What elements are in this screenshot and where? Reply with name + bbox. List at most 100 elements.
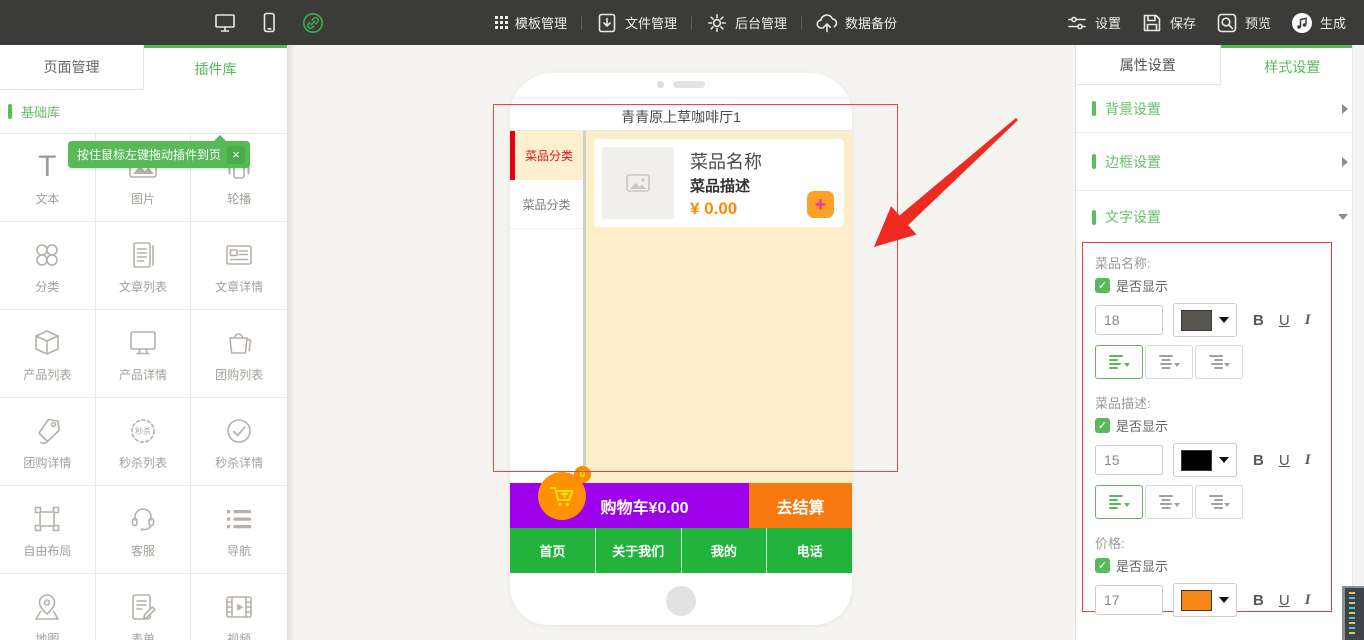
plugin-seckill-list[interactable]: 秒杀 秒杀列表 bbox=[96, 398, 192, 486]
cloud-upload-icon bbox=[816, 12, 838, 34]
text-icon: T bbox=[38, 149, 56, 185]
free-layout-icon bbox=[31, 501, 63, 537]
underline-button[interactable]: U bbox=[1279, 312, 1290, 329]
italic-button[interactable]: I bbox=[1305, 452, 1311, 469]
phone-home-button bbox=[666, 586, 696, 616]
dish-description: 菜品描述 bbox=[690, 175, 750, 196]
form-icon bbox=[127, 589, 159, 625]
nav-item-mine[interactable]: 我的 bbox=[681, 528, 767, 573]
tab-property-settings[interactable]: 属性设置 bbox=[1076, 45, 1221, 85]
tab-style-settings[interactable]: 样式设置 bbox=[1221, 45, 1364, 85]
menu-file-management[interactable]: 文件管理 bbox=[596, 12, 677, 34]
dish-image-placeholder bbox=[602, 147, 674, 219]
close-icon[interactable]: × bbox=[227, 146, 245, 164]
menu-template-management[interactable]: 模板管理 bbox=[495, 13, 567, 32]
article-list-icon bbox=[127, 237, 159, 273]
font-size-input[interactable] bbox=[1095, 585, 1163, 615]
navigation-icon bbox=[223, 501, 255, 537]
align-center-button[interactable] bbox=[1145, 485, 1193, 519]
underline-button[interactable]: U bbox=[1279, 452, 1290, 469]
plugin-free-layout[interactable]: 自由布局 bbox=[0, 486, 96, 574]
green-bar bbox=[1092, 101, 1096, 116]
section-background-settings[interactable]: 背景设置 bbox=[1076, 85, 1364, 133]
plugin-groupbuy-list[interactable]: 团购列表 bbox=[191, 310, 287, 398]
menu-data-backup[interactable]: 数据备份 bbox=[816, 12, 897, 34]
nav-item-about[interactable]: 关于我们 bbox=[595, 528, 681, 573]
phone-preview: 青青原上草咖啡厅1 菜品分类 菜品分类 菜品名称 菜品描述 ¥ 0.00 + 购… bbox=[510, 73, 852, 625]
green-bar bbox=[1092, 154, 1096, 169]
align-left-button[interactable] bbox=[1095, 345, 1143, 379]
plugin-form[interactable]: 表单 bbox=[96, 574, 192, 640]
italic-button[interactable]: I bbox=[1305, 592, 1311, 609]
action-label: 保存 bbox=[1170, 13, 1196, 32]
settings-button[interactable]: 设置 bbox=[1066, 12, 1121, 34]
checkout-button[interactable]: 去结算 bbox=[749, 483, 852, 528]
section-text-settings[interactable]: 文字设置 bbox=[1076, 191, 1364, 243]
divider bbox=[581, 16, 582, 30]
plugin-article-detail[interactable]: 文章详情 bbox=[191, 222, 287, 310]
minimap-scrollbar[interactable] bbox=[1342, 586, 1364, 640]
align-left-button[interactable] bbox=[1095, 485, 1143, 519]
product-list-icon bbox=[31, 325, 63, 361]
category-tab[interactable]: 菜品分类 bbox=[510, 180, 583, 229]
menu-label: 模板管理 bbox=[515, 13, 567, 32]
color-dropdown[interactable] bbox=[1173, 583, 1237, 617]
align-center-button[interactable] bbox=[1145, 345, 1193, 379]
plugin-navigation[interactable]: 导航 bbox=[191, 486, 287, 574]
preview-button[interactable]: 预览 bbox=[1216, 12, 1271, 34]
show-checkbox[interactable]: ✓ bbox=[1095, 418, 1110, 433]
bold-button[interactable]: B bbox=[1253, 452, 1264, 469]
plugin-customer-service[interactable]: 客服 bbox=[96, 486, 192, 574]
link-icon[interactable] bbox=[302, 12, 324, 34]
color-dropdown[interactable] bbox=[1173, 443, 1237, 477]
dish-card[interactable]: 菜品名称 菜品描述 ¥ 0.00 + bbox=[594, 139, 844, 227]
tab-page-management[interactable]: 页面管理 bbox=[0, 45, 144, 90]
generate-button[interactable]: 生成 bbox=[1291, 12, 1346, 34]
plugin-product-detail[interactable]: 产品详情 bbox=[96, 310, 192, 398]
plugin-product-list[interactable]: 产品列表 bbox=[0, 310, 96, 398]
font-size-input[interactable] bbox=[1095, 305, 1163, 335]
desktop-preview-icon[interactable] bbox=[214, 12, 236, 33]
italic-button[interactable]: I bbox=[1305, 312, 1311, 329]
top-toolbar: 模板管理 文件管理 后台管理 数据备份 设置 bbox=[0, 0, 1364, 45]
plugin-seckill-detail[interactable]: 秒杀详情 bbox=[191, 398, 287, 486]
dish-list-area[interactable]: 菜品名称 菜品描述 ¥ 0.00 + bbox=[586, 131, 852, 483]
nav-item-home[interactable]: 首页 bbox=[510, 528, 595, 573]
color-swatch bbox=[1181, 310, 1212, 331]
menu-label: 文件管理 bbox=[625, 13, 677, 32]
show-label: 是否显示 bbox=[1116, 556, 1168, 575]
font-size-input[interactable] bbox=[1095, 445, 1163, 475]
seckill-list-icon: 秒杀 bbox=[127, 413, 159, 449]
menu-widget[interactable]: 菜品分类 菜品分类 菜品名称 菜品描述 ¥ 0.00 + bbox=[510, 131, 852, 483]
plugin-article-list[interactable]: 文章列表 bbox=[96, 222, 192, 310]
plugin-category[interactable]: 分类 bbox=[0, 222, 96, 310]
plugin-map[interactable]: 地图 bbox=[0, 574, 96, 640]
show-checkbox[interactable]: ✓ bbox=[1095, 558, 1110, 573]
bold-button[interactable]: B bbox=[1253, 592, 1264, 609]
show-checkbox[interactable]: ✓ bbox=[1095, 278, 1110, 293]
show-label: 是否显示 bbox=[1116, 276, 1168, 295]
green-bar bbox=[8, 104, 12, 119]
mobile-preview-icon[interactable] bbox=[258, 12, 280, 33]
color-dropdown[interactable] bbox=[1173, 303, 1237, 337]
bold-button[interactable]: B bbox=[1253, 312, 1264, 329]
plugin-video[interactable]: 视频 bbox=[191, 574, 287, 640]
device-preview-toggles bbox=[214, 0, 324, 45]
divider bbox=[691, 16, 692, 30]
menu-backend-management[interactable]: 后台管理 bbox=[706, 12, 787, 34]
show-label: 是否显示 bbox=[1116, 416, 1168, 435]
app-title-bar[interactable]: 青青原上草咖啡厅1 bbox=[510, 104, 852, 131]
section-border-settings[interactable]: 边框设置 bbox=[1076, 133, 1364, 191]
add-to-cart-button[interactable]: + bbox=[807, 191, 834, 218]
nav-item-phone[interactable]: 电话 bbox=[766, 528, 852, 573]
align-right-button[interactable] bbox=[1195, 345, 1243, 379]
category-tab-active[interactable]: 菜品分类 bbox=[510, 131, 583, 180]
gear-icon bbox=[706, 12, 728, 34]
tab-plugin-library[interactable]: 插件库 bbox=[144, 45, 287, 90]
align-right-button[interactable] bbox=[1195, 485, 1243, 519]
plugin-groupbuy-detail[interactable]: 团购详情 bbox=[0, 398, 96, 486]
underline-button[interactable]: U bbox=[1279, 592, 1290, 609]
scrollbar-track[interactable] bbox=[1352, 45, 1364, 640]
save-button[interactable]: 保存 bbox=[1141, 12, 1196, 34]
text-settings-group: 菜品名称: ✓ 是否显示 B U I bbox=[1082, 242, 1332, 612]
